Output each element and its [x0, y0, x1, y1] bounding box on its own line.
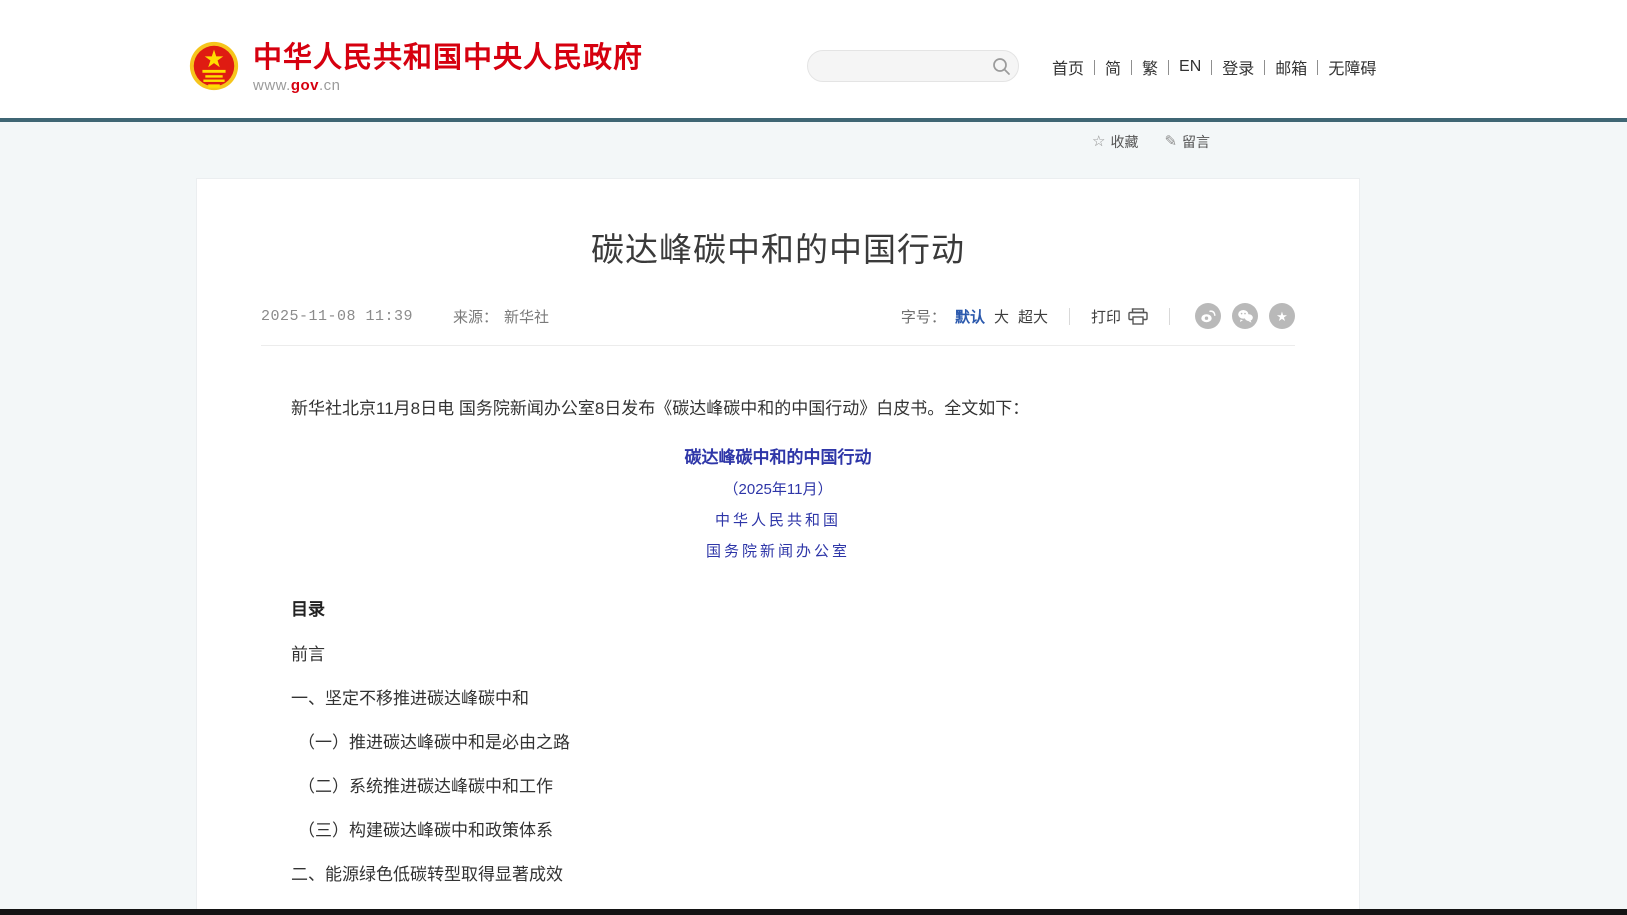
site-logo[interactable]: 中华人民共和国中央人民政府 www.gov.cn: [188, 40, 643, 94]
nav-english[interactable]: EN: [1169, 58, 1211, 76]
nav-traditional[interactable]: 繁: [1132, 55, 1168, 79]
article-title: 碳达峰碳中和的中国行动: [197, 223, 1359, 271]
favorite-label: 收藏: [1110, 132, 1138, 152]
toc-item-preface: 前言: [291, 646, 1265, 664]
url-www: www.: [253, 77, 291, 94]
nav-simplified[interactable]: 简: [1095, 55, 1131, 79]
page-actions: ☆ 收藏 ✎ 留言: [1092, 132, 1210, 152]
meta-left: 2025-11-08 11:39 来源： 新华社: [261, 306, 549, 327]
document-title: 碳达峰碳中和的中国行动: [291, 443, 1265, 468]
print-button[interactable]: 打印: [1091, 306, 1148, 327]
toc-item-1-1: （一）推进碳达峰碳中和是必由之路: [291, 734, 1265, 752]
url-cn: .cn: [319, 77, 341, 94]
comment-label: 留言: [1182, 132, 1210, 152]
print-label: 打印: [1091, 306, 1121, 327]
article-card: 碳达峰碳中和的中国行动 2025-11-08 11:39 来源： 新华社 字号： …: [196, 178, 1360, 915]
nav-accessibility[interactable]: 无障碍: [1318, 55, 1386, 79]
content-area: ☆ 收藏 ✎ 留言 碳达峰碳中和的中国行动 2025-11-08 11:39 来…: [0, 122, 1627, 915]
site-title: 中华人民共和国中央人民政府: [253, 40, 643, 76]
toc-item-1: 一、坚定不移推进碳达峰碳中和: [291, 690, 1265, 708]
site-text: 中华人民共和国中央人民政府 www.gov.cn: [253, 40, 643, 94]
article-meta-bar: 2025-11-08 11:39 来源： 新华社 字号： 默认 大 超大 打印: [261, 303, 1295, 346]
comment-button[interactable]: ✎ 留言: [1164, 132, 1210, 152]
star-share-icon: ★: [1276, 310, 1288, 323]
source-label: 来源：: [453, 309, 498, 326]
toc-item-1-3: （三）构建碳达峰碳中和政策体系: [291, 822, 1265, 840]
font-size-default-button[interactable]: 默认: [955, 306, 985, 327]
search-box: [807, 50, 1019, 82]
article-body: 新华社北京11月8日电 国务院新闻办公室8日发布《碳达峰碳中和的中国行动》白皮书…: [197, 396, 1359, 915]
site-url: www.gov.cn: [253, 77, 643, 94]
share-buttons: ★: [1195, 303, 1295, 329]
search-input[interactable]: [808, 58, 984, 74]
bottom-window-edge: [0, 909, 1627, 915]
top-nav: 首页 简 繁 EN 登录 邮箱 无障碍: [1042, 55, 1386, 79]
font-size-large-button[interactable]: 大: [994, 306, 1009, 327]
font-size-xlarge-button[interactable]: 超大: [1018, 306, 1048, 327]
document-org-country: 中华人民共和国: [291, 509, 1265, 530]
article-source: 来源： 新华社: [453, 306, 549, 327]
pencil-icon: ✎: [1164, 135, 1177, 149]
site-header: 中华人民共和国中央人民政府 www.gov.cn 首页 简 繁 EN 登录: [0, 0, 1627, 118]
toc-item-1-2: （二）系统推进碳达峰碳中和工作: [291, 778, 1265, 796]
document-date: （2025年11月）: [291, 478, 1265, 499]
toc-item-2: 二、能源绿色低碳转型取得显著成效: [291, 866, 1265, 884]
article-date: 2025-11-08 11:39: [261, 308, 413, 325]
nav-home[interactable]: 首页: [1042, 55, 1094, 79]
star-outline-icon: ☆: [1092, 135, 1105, 149]
lead-paragraph: 新华社北京11月8日电 国务院新闻办公室8日发布《碳达峰碳中和的中国行动》白皮书…: [291, 396, 1265, 421]
toc-heading: 目录: [291, 595, 1265, 620]
star-share-button[interactable]: ★: [1269, 303, 1295, 329]
weibo-share-button[interactable]: [1195, 303, 1221, 329]
national-emblem-icon: [188, 40, 240, 94]
favorite-button[interactable]: ☆ 收藏: [1092, 132, 1138, 152]
document-org-office: 国务院新闻办公室: [291, 540, 1265, 561]
meta-right: 字号： 默认 大 超大 打印: [901, 303, 1295, 329]
source-name: 新华社: [504, 309, 549, 326]
magnifier-icon: [992, 57, 1011, 76]
nav-mail[interactable]: 邮箱: [1265, 55, 1317, 79]
url-gov: gov: [291, 77, 319, 94]
printer-icon: [1128, 308, 1148, 325]
weibo-icon: [1200, 308, 1216, 324]
meta-divider: [1069, 308, 1070, 325]
search-button[interactable]: [984, 51, 1018, 81]
wechat-share-button[interactable]: [1232, 303, 1258, 329]
nav-login[interactable]: 登录: [1212, 55, 1264, 79]
wechat-icon: [1237, 308, 1254, 324]
meta-divider: [1169, 308, 1170, 325]
font-size-label: 字号：: [901, 306, 946, 327]
